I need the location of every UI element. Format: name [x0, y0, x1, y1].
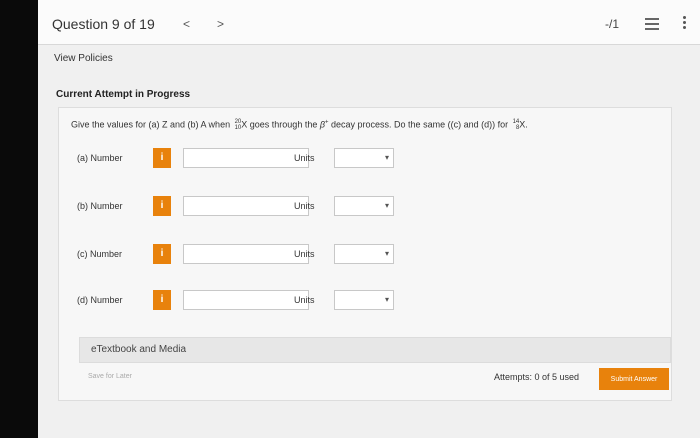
info-icon[interactable]: i [153, 244, 171, 264]
save-for-later-button[interactable]: Save for Later [88, 373, 132, 380]
number-input-a[interactable] [183, 148, 309, 168]
current-attempt-heading: Current Attempt in Progress [56, 89, 191, 100]
answer-row-c: (c) Number i Units ▾ [59, 244, 671, 266]
score: -/1 [605, 17, 620, 31]
units-label: Units [294, 201, 315, 211]
answer-row-a: (a) Number i Units ▾ [59, 148, 671, 170]
chevron-down-icon: ▾ [384, 201, 389, 210]
answer-row-b: (b) Number i Units ▾ [59, 196, 671, 218]
row-label: (b) Number [77, 201, 123, 211]
chevron-down-icon: ▾ [384, 249, 389, 258]
row-label: (a) Number [77, 153, 123, 163]
units-select-c[interactable]: ▾ [334, 244, 394, 264]
etextbook-media-panel[interactable]: eTextbook and Media [79, 337, 671, 363]
nuclide-2-symbol: X. [519, 119, 528, 130]
info-icon[interactable]: i [153, 196, 171, 216]
chevron-down-icon: ▾ [384, 153, 389, 162]
list-icon[interactable] [645, 18, 659, 33]
question-text: Give the values for (a) Z and (b) A when… [71, 119, 528, 131]
question-counter: Question 9 of 19 [52, 16, 155, 32]
view-policies-link[interactable]: View Policies [54, 53, 113, 64]
units-label: Units [294, 153, 315, 163]
row-label: (c) Number [77, 249, 123, 259]
number-input-b[interactable] [183, 196, 309, 216]
units-select-a[interactable]: ▾ [334, 148, 394, 168]
units-label: Units [294, 295, 315, 305]
question-part1: Give the values for (a) Z and (b) A when [71, 119, 233, 130]
question-part2: goes through the [247, 119, 320, 130]
submit-answer-button[interactable]: Submit Answer [599, 368, 669, 390]
screen: Question 9 of 19 < > -/1 View Policies C… [38, 0, 700, 438]
more-options-icon[interactable] [683, 16, 686, 31]
row-label: (d) Number [77, 295, 123, 305]
units-label: Units [294, 249, 315, 259]
units-select-d[interactable]: ▾ [334, 290, 394, 310]
chevron-down-icon: ▾ [384, 295, 389, 304]
question-part3: decay process. Do the same ((c) and (d))… [328, 119, 511, 130]
attempts-counter: Attempts: 0 of 5 used [494, 372, 580, 382]
answer-row-d: (d) Number i Units ▾ [59, 290, 671, 312]
info-icon[interactable]: i [153, 290, 171, 310]
number-input-d[interactable] [183, 290, 309, 310]
info-icon[interactable]: i [153, 148, 171, 168]
etextbook-label: eTextbook and Media [91, 344, 187, 355]
prev-question-button[interactable]: < [183, 17, 190, 31]
units-select-b[interactable]: ▾ [334, 196, 394, 216]
number-input-c[interactable] [183, 244, 309, 264]
next-question-button[interactable]: > [217, 17, 224, 31]
question-card: Give the values for (a) Z and (b) A when… [58, 107, 672, 401]
top-bar: Question 9 of 19 < > -/1 [38, 0, 700, 45]
